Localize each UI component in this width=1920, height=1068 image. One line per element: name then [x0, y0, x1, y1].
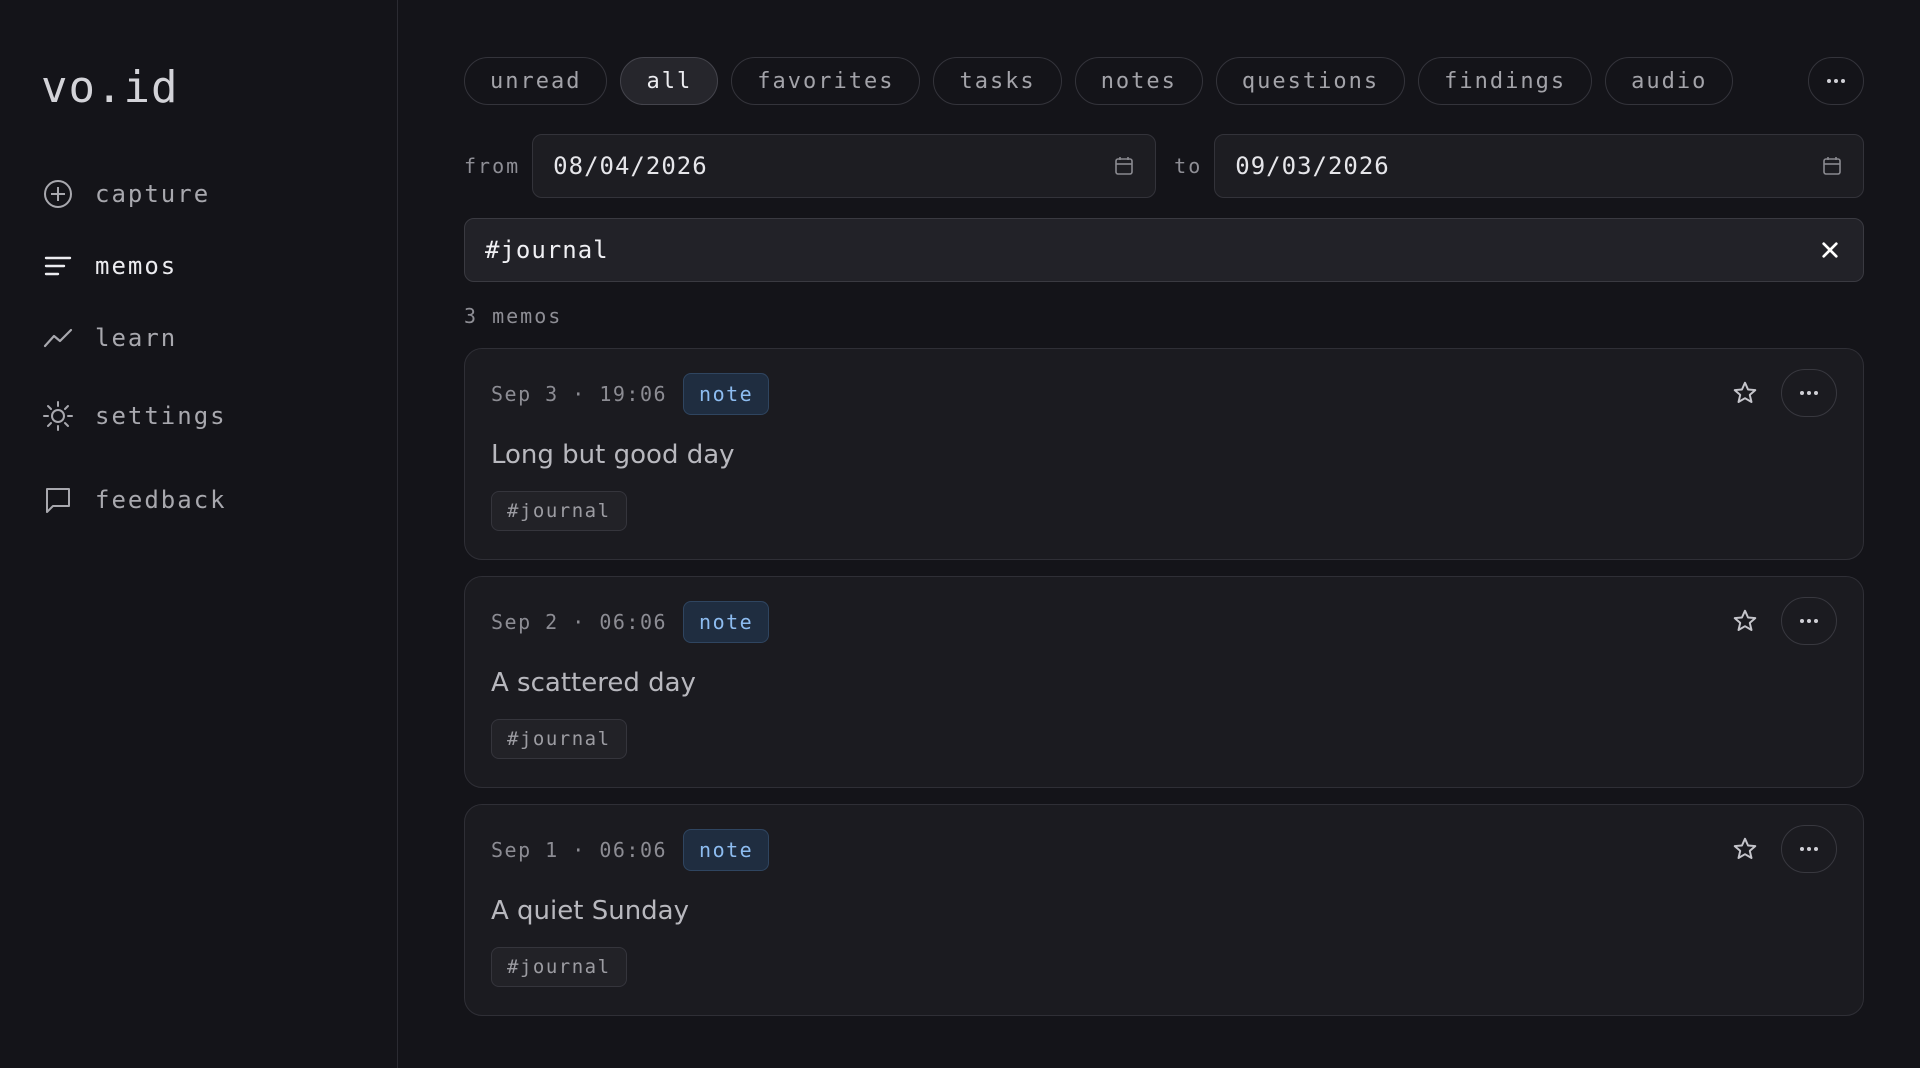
star-icon [1733, 381, 1757, 403]
filter-chip-questions[interactable]: questions [1215, 57, 1406, 105]
sidebar-item-learn[interactable]: learn [41, 318, 397, 358]
memo-type-badge: note [683, 829, 770, 871]
lines-icon [41, 249, 75, 283]
date-to-label: to [1174, 154, 1203, 178]
sidebar-item-label: capture [95, 180, 211, 208]
memo-tag[interactable]: #journal [491, 491, 627, 531]
memo-more-button[interactable] [1781, 369, 1838, 417]
memo-actions [1729, 825, 1838, 873]
filter-chip-tasks[interactable]: tasks [933, 57, 1062, 105]
memo-date: Sep 2 · 06:06 [491, 610, 668, 634]
memo-actions [1729, 597, 1838, 645]
clear-search-button[interactable] [1817, 237, 1843, 263]
favorite-button[interactable] [1729, 833, 1761, 865]
memo-title: A scattered day [491, 668, 696, 698]
sidebar-item-feedback[interactable]: feedback [41, 480, 397, 520]
date-to-field[interactable]: 09/03/2026 [1214, 134, 1865, 198]
memo-tag[interactable]: #journal [491, 719, 627, 759]
calendar-icon[interactable] [1113, 155, 1135, 177]
memo-date: Sep 1 · 06:06 [491, 838, 668, 862]
close-icon [1822, 242, 1838, 258]
more-dots-icon [1800, 391, 1819, 395]
sidebar-item-label: feedback [95, 486, 227, 514]
more-dots-icon [1800, 847, 1819, 851]
filter-chip-notes[interactable]: notes [1074, 57, 1203, 105]
more-dots-icon [1827, 79, 1846, 83]
date-range: from 08/04/2026 to 09/03/2026 [464, 134, 1865, 198]
main-content: unread all favorites tasks notes questio… [398, 0, 1920, 1068]
search-input[interactable] [485, 236, 1685, 264]
results-count: 3 memos [464, 304, 563, 328]
sidebar-item-settings[interactable]: settings [41, 396, 397, 436]
memo-meta: Sep 2 · 06:06 note [491, 601, 1837, 643]
memo-title: A quiet Sunday [491, 896, 689, 926]
memo-type-badge: note [683, 373, 770, 415]
plus-circle-icon [41, 177, 75, 211]
date-from-label: from [464, 154, 521, 178]
sidebar: vo.id capture memos learn settings feedb… [0, 0, 398, 1068]
sidebar-item-capture[interactable]: capture [41, 174, 397, 214]
memo-title: Long but good day [491, 440, 735, 470]
star-icon [1733, 609, 1757, 631]
memo-card[interactable]: Sep 3 · 19:06 note Long but good day #jo… [464, 348, 1865, 560]
calendar-icon[interactable] [1821, 155, 1843, 177]
sidebar-item-memos[interactable]: memos [41, 246, 397, 286]
memo-meta: Sep 3 · 19:06 note [491, 373, 1837, 415]
gear-icon [41, 399, 75, 433]
search-field [464, 218, 1865, 282]
filter-bar: unread all favorites tasks notes questio… [464, 56, 1865, 106]
sidebar-item-label: memos [95, 252, 178, 280]
more-dots-icon [1800, 619, 1819, 623]
date-to-value: 09/03/2026 [1235, 152, 1390, 180]
memo-card[interactable]: Sep 1 · 06:06 note A quiet Sunday #journ… [464, 804, 1865, 1016]
memo-type-badge: note [683, 601, 770, 643]
star-icon [1733, 837, 1757, 859]
memo-tag[interactable]: #journal [491, 947, 627, 987]
memo-more-button[interactable] [1781, 597, 1838, 645]
favorite-button[interactable] [1729, 377, 1761, 409]
sidebar-item-label: learn [95, 324, 178, 352]
filter-chip-favorites[interactable]: favorites [731, 57, 921, 105]
memo-more-button[interactable] [1781, 825, 1838, 873]
filter-chip-all[interactable]: all [620, 57, 719, 105]
memo-date: Sep 3 · 19:06 [491, 382, 668, 406]
chat-icon [41, 483, 75, 517]
date-from-value: 08/04/2026 [553, 152, 708, 180]
memo-card[interactable]: Sep 2 · 06:06 note A scattered day #jour… [464, 576, 1865, 788]
filter-chip-audio[interactable]: audio [1605, 57, 1734, 105]
app-root: vo.id capture memos learn settings feedb… [0, 0, 1920, 1068]
app-logo: vo.id [41, 62, 179, 113]
memo-actions [1729, 369, 1838, 417]
more-options-button[interactable] [1808, 57, 1865, 105]
memo-meta: Sep 1 · 06:06 note [491, 829, 1837, 871]
sidebar-item-label: settings [95, 402, 227, 430]
favorite-button[interactable] [1729, 605, 1761, 637]
trend-icon [41, 321, 75, 355]
date-from-field[interactable]: 08/04/2026 [532, 134, 1157, 198]
filter-chip-unread[interactable]: unread [464, 57, 608, 105]
filter-chip-findings[interactable]: findings [1418, 57, 1593, 105]
